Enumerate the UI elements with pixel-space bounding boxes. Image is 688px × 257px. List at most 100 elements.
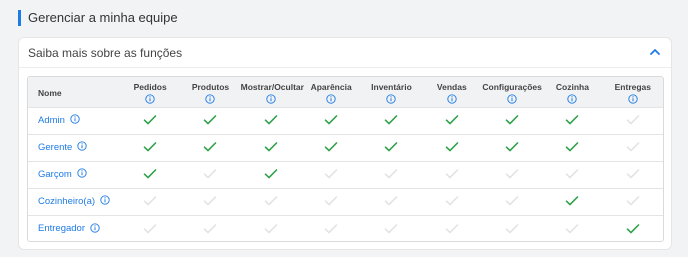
column-header-pedidos: Pedidos <box>120 77 180 107</box>
permission-cell <box>482 161 542 188</box>
check-icon-disabled <box>324 196 338 206</box>
info-icon[interactable] <box>628 94 638 104</box>
role-name-cell: Cozinheiro(a) <box>28 188 120 215</box>
check-icon <box>505 115 519 125</box>
permission-cell <box>241 188 301 215</box>
info-icon[interactable] <box>567 94 578 104</box>
column-header-label: Inventário <box>371 81 412 92</box>
table-header-row: Nome Pedidos Produtos Mostrar/Ocultar Aparê… <box>28 77 663 107</box>
check-icon-disabled <box>264 223 278 233</box>
role-name-garcom[interactable]: Garçom <box>38 169 72 180</box>
permission-cell <box>120 161 180 188</box>
check-icon <box>264 142 278 152</box>
column-header-produtos: Produtos <box>180 77 240 107</box>
column-header-label: Cozinha <box>555 81 589 92</box>
permission-cell <box>361 134 421 161</box>
info-icon[interactable] <box>145 94 155 104</box>
check-icon <box>143 169 157 179</box>
permission-cell <box>241 161 301 188</box>
check-icon <box>385 115 398 125</box>
info-icon[interactable] <box>386 94 397 104</box>
permission-cell <box>361 188 421 215</box>
permission-cell <box>180 107 240 134</box>
check-icon-disabled <box>505 223 519 233</box>
table-row: Garçom <box>28 161 663 188</box>
info-icon[interactable] <box>77 168 87 179</box>
check-icon-disabled <box>566 223 579 233</box>
permission-cell <box>301 161 361 188</box>
permission-cell <box>542 134 602 161</box>
permission-cell <box>120 188 180 215</box>
info-icon[interactable] <box>205 94 216 104</box>
check-icon-disabled <box>626 169 640 179</box>
column-header-configuracoes: Configurações <box>482 77 542 107</box>
chevron-up-icon[interactable] <box>649 46 661 58</box>
info-icon[interactable] <box>507 94 517 104</box>
info-icon[interactable] <box>100 195 110 206</box>
column-header-vendas: Vendas <box>422 77 482 107</box>
info-icon[interactable] <box>447 94 457 104</box>
permission-cell <box>482 134 542 161</box>
column-header-nome: Nome <box>38 87 62 98</box>
info-icon[interactable] <box>77 141 87 152</box>
check-icon-disabled <box>445 196 459 206</box>
permission-cell <box>180 215 240 241</box>
permission-cell <box>361 215 421 241</box>
roles-card-header[interactable]: Saiba mais sobre as funções <box>19 38 671 68</box>
check-icon <box>204 142 217 152</box>
check-icon-disabled <box>626 115 640 125</box>
permission-cell <box>422 188 482 215</box>
permission-cell <box>422 161 482 188</box>
info-icon[interactable] <box>70 114 80 125</box>
check-icon-disabled <box>204 169 217 179</box>
column-header-label: Aparência <box>310 81 352 92</box>
check-icon <box>566 196 579 206</box>
roles-table: Nome Pedidos Produtos Mostrar/Ocultar Aparê… <box>27 76 664 242</box>
check-icon-disabled <box>505 196 519 206</box>
check-icon <box>505 142 519 152</box>
permission-cell <box>120 134 180 161</box>
check-icon <box>385 142 398 152</box>
info-icon[interactable] <box>90 223 100 233</box>
column-header-label: Produtos <box>191 81 230 92</box>
column-header-aparencia: Aparência <box>301 77 361 107</box>
role-name-cell: Gerente <box>28 134 120 161</box>
check-icon-disabled <box>385 169 398 179</box>
roles-card: Saiba mais sobre as funções Nome Pedidos… <box>18 37 672 250</box>
check-icon-disabled <box>324 223 338 233</box>
check-icon <box>143 142 157 152</box>
role-name-entregador[interactable]: Entregador <box>38 223 85 234</box>
check-icon-disabled <box>626 196 640 206</box>
column-header-cozinha: Cozinha <box>542 77 602 107</box>
role-name-cell: Garçom <box>28 161 120 188</box>
column-header-label: Pedidos <box>133 81 167 92</box>
permission-cell <box>241 107 301 134</box>
role-name-cell: Entregador <box>28 215 120 241</box>
permission-cell <box>301 107 361 134</box>
info-icon[interactable] <box>326 94 336 104</box>
role-name-cell: Admin <box>28 107 120 134</box>
role-name-cozinheiro-a[interactable]: Cozinheiro(a) <box>38 196 95 207</box>
column-header-label: Vendas <box>436 81 467 92</box>
table-row: Cozinheiro(a) <box>28 188 663 215</box>
permission-cell <box>120 107 180 134</box>
check-icon-disabled <box>143 223 157 233</box>
check-icon <box>264 115 278 125</box>
permission-cell <box>301 134 361 161</box>
check-icon-disabled <box>143 196 157 206</box>
check-icon <box>204 115 217 125</box>
check-icon <box>626 223 640 233</box>
table-row: Gerente <box>28 134 663 161</box>
check-icon-disabled <box>445 223 459 233</box>
column-header-entregas: Entregas <box>603 77 663 107</box>
check-icon-disabled <box>385 223 398 233</box>
check-icon <box>445 142 459 152</box>
info-icon[interactable] <box>266 94 276 104</box>
permission-cell <box>603 188 663 215</box>
column-header-mostrar-ocultar: Mostrar/Ocultar <box>241 77 304 107</box>
role-name-gerente[interactable]: Gerente <box>38 142 72 153</box>
permission-cell <box>180 188 240 215</box>
check-icon-disabled <box>626 142 640 152</box>
role-name-admin[interactable]: Admin <box>38 115 65 126</box>
permission-cell <box>241 215 301 241</box>
